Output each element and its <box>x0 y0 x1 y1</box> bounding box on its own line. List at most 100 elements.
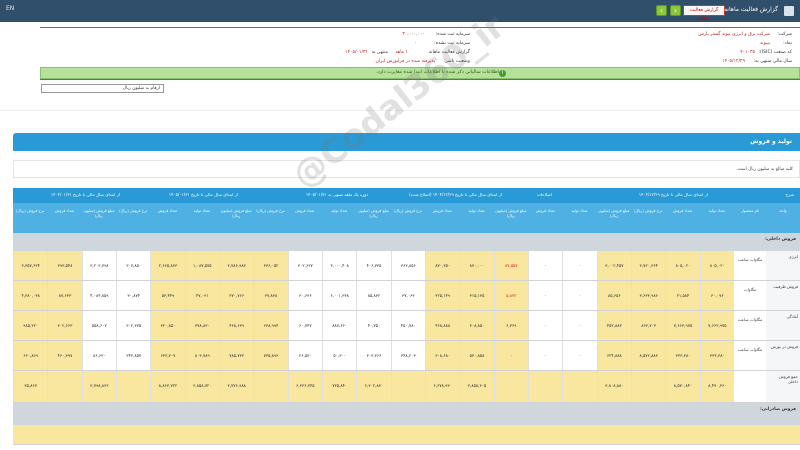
group-header-prev-ytd: از ابتدای سال مالی تا تاریخ ۱۴۰۴/۰۱/۳۱ <box>50 192 120 197</box>
column-header: مبلغ فروش (میلیون ریال) <box>83 208 115 218</box>
table-cell: ۳۳۳,۳۸۰ <box>699 341 734 370</box>
table-cell: ۳,۸۵۸,۷۲۰ <box>184 371 219 402</box>
previous-button[interactable]: ‹ <box>656 5 667 16</box>
column-header: نرخ فروش (ریال) <box>119 208 148 213</box>
column-header: تعداد فروش <box>535 208 555 213</box>
table-row: فروش در بورس مگاوات ساعت ۳۳۳,۳۸۰ ۳۳۳,۳۸۰ ۸,۵… <box>13 341 800 371</box>
table-cell: ۳۵,۸۶۷ <box>13 371 48 402</box>
table-cell: ۶,۰۰۱,۳۳۸ <box>322 281 357 310</box>
table-row: جمع فروش داخلی ۸,۴۷۰,۳۶۰ ۸,۵۷۰,۸۴۰ ۳,۸۰۸,۸۸… <box>13 371 800 403</box>
column-header: تعداد تولید <box>468 208 485 213</box>
column-header: تعداد تولید <box>571 208 588 213</box>
table-cell: ۶,۳۶۹ <box>493 311 528 340</box>
isic-code-label: کد صنعت (ISIC): <box>758 50 792 55</box>
column-header: تعداد تولید <box>193 208 210 213</box>
table-cell <box>493 371 528 402</box>
table-cell: ۳۷۸,۸۳۰ <box>184 311 219 340</box>
isic-code-value: ۴۰۱۰۳۵ <box>740 50 755 55</box>
table-cell: ۳,۳۵۷,۶۳۴ <box>13 251 48 280</box>
table-cell: ۵۳۰,۸۵۸ <box>459 341 494 370</box>
table-cell: ۶۳۳,۷۰۷ <box>150 341 185 370</box>
table-cell: ۷,۶۶۳,۹۷۵ <box>699 311 734 340</box>
table-cell: ۶۳۸,۹۹۴ <box>253 311 288 340</box>
product-unit: مگاوات <box>734 281 766 310</box>
table-cell: ۵۰,۳۰۰ <box>322 341 357 370</box>
table-cell: ۷,۶۶۳,۹۷۵ <box>665 311 700 340</box>
table-cell: ۸۷,۵۵۷ <box>493 251 528 280</box>
table-cell: ۵۳,۴۴۹ <box>150 281 185 310</box>
capital-value: ۳۰,۰۰۰,۰۰۰ <box>402 32 425 37</box>
table-cell: ۳,۰۰۲,۴۵۷ <box>596 251 631 280</box>
language-toggle[interactable]: EN <box>6 5 14 12</box>
column-header: تعداد تولید <box>331 208 348 213</box>
group-header-corrections: اصلاحات <box>536 192 552 197</box>
table-cell: ۰ <box>528 341 563 370</box>
column-header: نرخ فروش (ریال) <box>393 208 422 213</box>
table-cell: ۸۰۵,۰۲۰ <box>699 251 734 280</box>
group-label: فروش صادراتی: <box>760 407 796 412</box>
table-cell: ۸۰۵,۰۲۰ <box>665 251 700 280</box>
row-label: انرژی <box>766 251 800 280</box>
table-cell: ۴۵۲,۸۸۳ <box>596 311 631 340</box>
period-label: ۱ ماهه <box>395 50 408 55</box>
product-unit: مگاوات ساعت <box>734 251 766 280</box>
column-header: نام محصول <box>740 208 760 213</box>
table-cell: ۳۷۰,۷۶۶ <box>219 281 254 310</box>
table-row: آمادگی مگاوات ساعت ۷,۶۶۳,۹۷۵ ۷,۶۶۳,۹۷۵ ۸۶۳,۷… <box>13 311 800 341</box>
table-cell: ۰ <box>562 311 597 340</box>
table-cell: ۴۶۰,۳۹۷ <box>47 341 82 370</box>
column-header: تعداد فروش <box>672 208 693 213</box>
table-cell: ۶,۳۳۶,۳۴۵ <box>287 371 322 402</box>
table-cell: ۳,۸۵۸,۳۰۵ <box>459 371 494 402</box>
table-cell: ۳۰۳,۳۶۶ <box>356 341 391 370</box>
table-row: فروش ظرفیت مگاوات ۳۰,۰۷۶ ۳۱,۵۸۴ ۳,۶۳۳,۹۸۶ ۸۵,… <box>13 281 800 311</box>
table-cell: ۲۶,۵۳۰ <box>287 341 322 370</box>
table-group-header: شرح از ابتدای سال مالی تا تاریخ ۱۴۰۴/۱۲/… <box>13 188 800 203</box>
table-cell: ۳۰۷,۸۵۰ <box>116 251 151 280</box>
table-cell: ۳,۲۰۳,۷۹۸ <box>81 251 116 280</box>
table-cell: ۳۳۳,۳۸۰ <box>665 341 700 370</box>
table-cell: ۱,۰۸۷,۵۷۵ <box>184 251 219 280</box>
table-cell: ۲,۶۶۵,۸۳۳ <box>150 251 185 280</box>
table-cell <box>390 371 425 402</box>
table-cell <box>528 371 563 402</box>
row-label: فروش در بورس <box>766 341 800 370</box>
next-button[interactable]: › <box>670 5 681 16</box>
unit-note-box: کلیه مبالغ به میلیون ریال است. <box>13 160 800 178</box>
table-cell: ۷۳۵,۸۹۳ <box>253 341 288 370</box>
table-cell: ۸۰۳,۷۸۹ <box>184 341 219 370</box>
table-cell: ۰ <box>528 311 563 340</box>
table-cell: ۳۰۸,۶۸۰ <box>425 341 460 370</box>
fiscal-year-label: سال مالی منتهی به: <box>753 59 792 64</box>
table-cell: ۳۰,۶۳۶ <box>287 281 322 310</box>
table-cell: ۰ <box>562 251 597 280</box>
column-header: تعداد فروش <box>432 208 452 213</box>
table-cell: ۸۶,۶۳۰ <box>81 341 116 370</box>
group-label: فروش داخلی: <box>765 237 796 242</box>
table-cell: ۷۸۵,۷۳۳ <box>219 341 254 370</box>
group-row-domestic: فروش داخلی: <box>13 233 800 251</box>
table-cell: ۳,۰۰۰,۴۰۸ <box>322 251 357 280</box>
table-cell: ۳,۶۳۳,۹۸۶ <box>631 281 666 310</box>
column-header: تعداد فروش <box>54 208 75 213</box>
table-cell: ۶۰,۷۴۷ <box>287 311 322 340</box>
table-cell: ۳۱۵,۱۳۵ <box>459 281 494 310</box>
table-cell: ۸۷۰,۳۵۰ <box>425 251 460 280</box>
column-header: مبلغ فروش (میلیون ریال) <box>598 208 630 218</box>
table-cell: ۳۲۰,۸۵۰ <box>150 311 185 340</box>
table-cell: ۶۲۴,۸۸۸ <box>596 341 631 370</box>
table-cell: ۳,۸۰۸,۸۸۰ <box>596 371 631 402</box>
section-title: تولید و فروش <box>750 138 792 145</box>
table-cell: ۸۵,۸۳۲ <box>356 281 391 310</box>
table-cell: ۳۹۳,۵۴۸ <box>47 251 82 280</box>
report-type-button[interactable]: گزارش فعالیت ماهانه <box>683 5 725 22</box>
table-cell: ۳۰۲,۶۶۳ <box>47 311 82 340</box>
table-cell: ۸,۴۷۰,۳۶۰ <box>699 371 734 402</box>
table-cell <box>47 371 82 402</box>
unit-select[interactable]: ارقام به میلیون ریال <box>41 84 164 93</box>
table-cell: ۳۴۳,۸۵۷ <box>116 341 151 370</box>
column-header: نرخ فروش (ریال) <box>16 208 45 213</box>
table-cell: ۳۷,۰۶۳ <box>390 281 425 310</box>
table-cell: ۸,۵۷۰,۸۴۰ <box>665 371 700 402</box>
group-header-month: دوره یک ماهه منتهی به ۱۴۰۵/۰۱/۳۱ <box>305 192 368 197</box>
